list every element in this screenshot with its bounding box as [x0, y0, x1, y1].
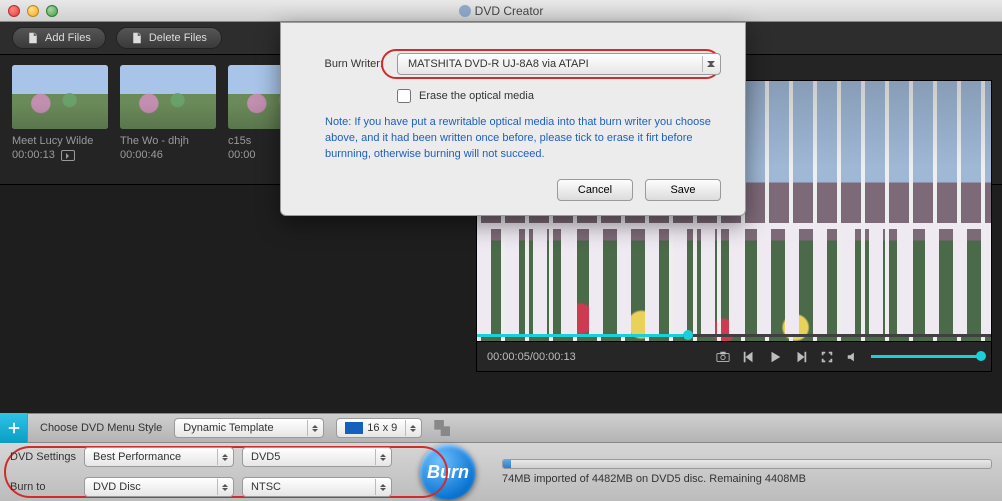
cancel-label: Cancel: [578, 184, 612, 196]
burn-writer-select[interactable]: MATSHITA DVD-R UJ-8A8 via ATAPI: [397, 53, 721, 75]
save-label: Save: [670, 184, 695, 196]
select-arrows-icon: [702, 56, 718, 72]
cancel-button[interactable]: Cancel: [557, 179, 633, 201]
save-button[interactable]: Save: [645, 179, 721, 201]
erase-checkbox-input[interactable]: [397, 89, 411, 103]
burn-writer-value: MATSHITA DVD-R UJ-8A8 via ATAPI: [408, 58, 589, 70]
burn-writer-dialog: Burn Writer: MATSHITA DVD-R UJ-8A8 via A…: [280, 22, 746, 216]
erase-label: Erase the optical media: [419, 90, 534, 102]
burn-writer-note: Note: If you have put a rewritable optic…: [325, 115, 711, 163]
erase-media-checkbox[interactable]: Erase the optical media: [397, 89, 721, 103]
burn-writer-label: Burn Writer:: [305, 58, 383, 70]
